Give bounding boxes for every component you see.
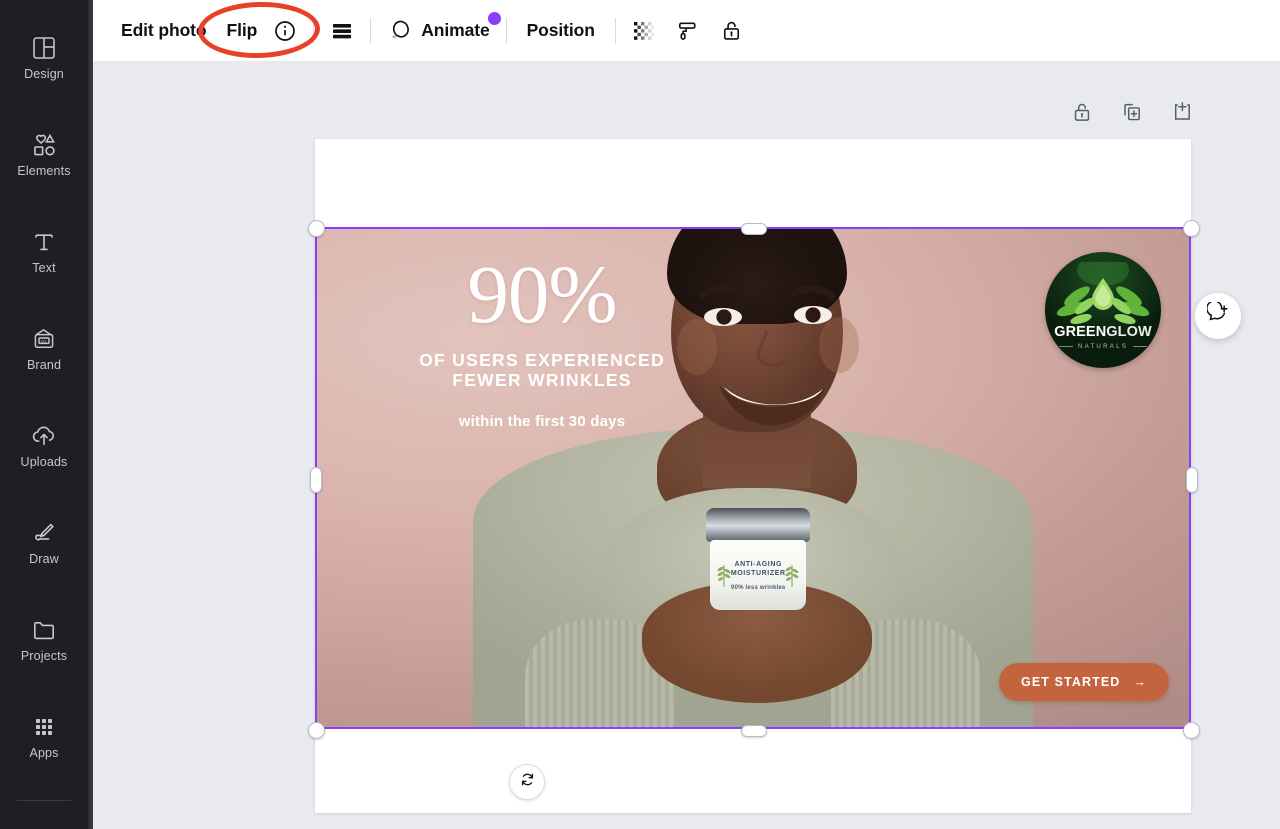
- logo-tagline: NATURALS: [1059, 343, 1147, 350]
- jar-leaf-left-icon: [717, 565, 731, 588]
- photo-background: 90% OF USERS EXPERIENCED FEWER WRINKLES …: [315, 227, 1191, 729]
- canva-editor-window: Design Elements Text co. Brand Uploads D…: [0, 0, 1280, 829]
- align-lines-icon[interactable]: [324, 13, 360, 49]
- sidebar-item-uploads[interactable]: Uploads: [0, 406, 88, 484]
- jar-text-line-1: ANTI-AGING: [734, 560, 783, 568]
- headline-subtext: within the first 30 days: [458, 413, 626, 431]
- selected-photo-element[interactable]: 90% OF USERS EXPERIENCED FEWER WRINKLES …: [315, 227, 1191, 729]
- rotate-handle[interactable]: [509, 764, 545, 800]
- logo-leaf-drop-icon: [1056, 262, 1150, 325]
- resize-handle-left-center[interactable]: [310, 467, 322, 493]
- sidebar-item-text[interactable]: Text: [0, 212, 88, 290]
- sidebar-label-elements: Elements: [17, 163, 71, 178]
- toolbar-separator-4: [614, 17, 616, 44]
- left-sidebar: Design Elements Text co. Brand Uploads D…: [0, 0, 88, 829]
- sidebar-divider-rule: [17, 800, 71, 801]
- resize-handle-bottom-right[interactable]: [1183, 722, 1200, 739]
- page-lock-icon[interactable]: [1069, 99, 1095, 125]
- get-started-button[interactable]: GET STARTED →: [999, 663, 1169, 701]
- shapes-icon: [30, 131, 58, 159]
- lock-open-icon[interactable]: [714, 13, 750, 49]
- sidebar-label-brand: Brand: [26, 357, 62, 372]
- add-comment-icon: [1205, 300, 1230, 330]
- headline-line-2: FEWER WRINKLES: [452, 370, 632, 391]
- sidebar-item-elements[interactable]: Elements: [0, 115, 88, 193]
- editor-workspace: 90% OF USERS EXPERIENCED FEWER WRINKLES …: [93, 61, 1280, 829]
- sidebar-item-design[interactable]: Design: [0, 18, 88, 96]
- sidebar-label-draw: Draw: [29, 551, 59, 566]
- resize-handle-right-center[interactable]: [1186, 467, 1198, 493]
- jar-text-line-2: MOISTURIZER: [730, 570, 786, 578]
- sidebar-label-uploads: Uploads: [20, 454, 68, 469]
- sidebar-item-apps[interactable]: Apps: [0, 697, 88, 775]
- cloud-upload-icon: [30, 422, 58, 450]
- sidebar-label-text: Text: [32, 260, 56, 275]
- jar-lid: [706, 508, 811, 543]
- sidebar-item-projects[interactable]: Projects: [0, 600, 88, 678]
- cta-label: GET STARTED: [1021, 675, 1121, 689]
- page-tools: [1069, 99, 1195, 125]
- add-page-icon[interactable]: [1169, 99, 1195, 125]
- toolbar-separator-2: [370, 17, 372, 44]
- svg-text:co.: co.: [41, 338, 47, 343]
- photo-headline-block: 90% OF USERS EXPERIENCED FEWER WRINKLES …: [377, 248, 707, 431]
- pen-draw-icon: [30, 519, 58, 547]
- animate-label: Animate: [421, 20, 490, 40]
- sidebar-label-apps: Apps: [29, 745, 59, 760]
- jar-claim-text: 90% less wrinkles: [731, 584, 786, 591]
- sidebar-item-brand[interactable]: co. Brand: [0, 309, 88, 387]
- flip-button[interactable]: Flip: [217, 14, 268, 47]
- resize-handle-top-center[interactable]: [741, 223, 767, 235]
- sidebar-label-projects: Projects: [20, 648, 68, 663]
- add-comment-button[interactable]: [1195, 293, 1241, 339]
- headline-percent: 90%: [467, 248, 617, 340]
- jar-label: ANTI-AGING MOISTURIZER 90% less wrinkles: [710, 540, 807, 611]
- product-jar: ANTI-AGING MOISTURIZER 90% less wrinkles: [706, 508, 811, 611]
- edit-photo-button[interactable]: Edit photo: [111, 14, 217, 47]
- paint-roller-icon[interactable]: [670, 13, 706, 49]
- resize-handle-bottom-left[interactable]: [308, 722, 325, 739]
- position-button[interactable]: Position: [517, 14, 605, 47]
- text-t-icon: [30, 228, 58, 256]
- animate-new-badge: [487, 11, 501, 25]
- resize-handle-top-right[interactable]: [1183, 220, 1200, 237]
- top-toolbar: Edit photo Flip Animate Position: [93, 0, 1280, 61]
- animate-button[interactable]: Animate: [381, 11, 501, 49]
- toolbar-separator-1: [313, 17, 315, 44]
- jar-leaf-right-icon: [785, 565, 799, 588]
- brand-wallet-icon: co.: [30, 325, 58, 353]
- arrow-right-icon: →: [1133, 675, 1147, 689]
- transparency-checker-icon[interactable]: [626, 13, 662, 49]
- headline-line-1: OF USERS EXPERIENCED: [419, 349, 665, 370]
- sidebar-label-design: Design: [24, 66, 64, 81]
- design-page[interactable]: 90% OF USERS EXPERIENCED FEWER WRINKLES …: [308, 139, 1200, 813]
- design-panels-icon: [30, 34, 58, 62]
- grid-dots-icon: [30, 713, 58, 741]
- resize-handle-top-left[interactable]: [308, 220, 325, 237]
- animate-circles-icon: [387, 17, 415, 45]
- duplicate-page-icon[interactable]: [1119, 99, 1145, 125]
- toolbar-separator-3: [505, 17, 507, 44]
- sidebar-item-draw[interactable]: Draw: [0, 503, 88, 581]
- info-circle-icon[interactable]: [267, 13, 303, 49]
- folder-icon: [30, 616, 58, 644]
- brand-logo: GREENGLOW NATURALS: [1045, 252, 1161, 368]
- resize-handle-bottom-center[interactable]: [741, 725, 767, 737]
- rotate-icon: [519, 771, 536, 793]
